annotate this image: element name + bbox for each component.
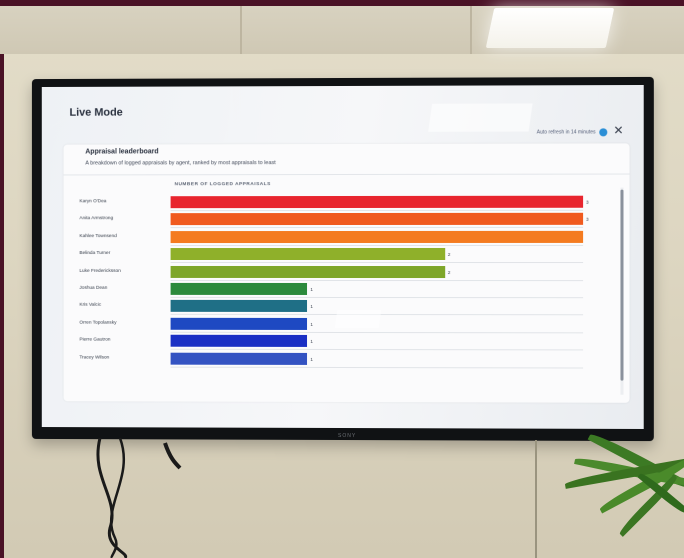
appraisal-bar[interactable]: [170, 195, 584, 209]
card-subtitle: A breakdown of logged appraisals by agen…: [85, 160, 276, 167]
television: Live Mode Auto refresh in 14 minutes ✕ A…: [31, 76, 654, 442]
appraisal-bar[interactable]: [170, 352, 308, 365]
gridline: [170, 348, 584, 351]
agent-name-label: Orren Topolansky: [79, 320, 117, 326]
page-title: Live Mode: [69, 106, 123, 119]
tv-cables: [96, 438, 182, 558]
leaderboard-chart: Karyn O'Dea 3 Anita Armstrong 3 Kahlee Towns…: [64, 143, 630, 369]
appraisal-bar[interactable]: [170, 248, 445, 261]
appraisal-bar[interactable]: [170, 282, 308, 295]
gridline: [170, 331, 584, 334]
bar-value-label: 1: [310, 339, 313, 345]
gridline: [170, 279, 584, 281]
ceiling-light: [485, 8, 615, 48]
agent-name-label: Belinda Turner: [79, 251, 111, 257]
screen-glare: [428, 103, 533, 132]
appraisal-bar[interactable]: [170, 230, 584, 243]
bar-value-label: 1: [310, 304, 313, 310]
tv-brand-logo: SONY: [338, 432, 357, 440]
card-title: Appraisal leaderboard: [85, 148, 159, 156]
left-frame-border: [0, 0, 4, 558]
bar-value-label: 3: [586, 217, 589, 223]
card-divider: [63, 173, 630, 176]
wall-cable: [535, 440, 537, 558]
agent-name-label: Kris Valcic: [79, 303, 102, 309]
gridline: [170, 366, 584, 369]
agent-name-label: Joshua Dean: [79, 285, 108, 291]
scrollbar-thumb[interactable]: [620, 189, 624, 381]
agent-name-label: Tracey Wilson: [79, 355, 110, 361]
bar-value-label: 3: [586, 199, 589, 205]
bar-value-label: 2: [447, 269, 451, 275]
agent-name-label: Anita Armstrong: [79, 216, 114, 222]
bar-value-label: 1: [310, 286, 313, 292]
leaderboard-card: Appraisal leaderboard A breakdown of log…: [63, 143, 630, 403]
gridline: [170, 227, 584, 229]
ceiling-seam: [470, 6, 472, 54]
bar-value-label: 1: [310, 321, 313, 327]
refresh-icon[interactable]: [599, 128, 608, 137]
auto-refresh-status: Auto refresh in 14 minutes: [536, 128, 608, 137]
screen-glare: [334, 309, 382, 329]
close-icon[interactable]: ✕: [613, 123, 623, 137]
appraisal-bar[interactable]: [170, 334, 308, 348]
gridline: [170, 209, 584, 212]
auto-refresh-text: Auto refresh in 14 minutes: [536, 129, 596, 136]
appraisal-bar[interactable]: [170, 317, 308, 330]
ceiling-seam: [240, 6, 242, 54]
agent-name-label: Pierre Gautron: [79, 337, 111, 343]
appraisal-bar[interactable]: [170, 300, 308, 313]
agent-name-label: Kahlee Townsend: [79, 233, 117, 239]
agent-name-label: Luke Fredericksson: [79, 268, 121, 274]
bar-value-label: 1: [310, 356, 313, 362]
gridline: [170, 296, 584, 299]
gridline: [170, 244, 584, 246]
gridline: [170, 262, 584, 264]
agent-name-label: Karyn O'Dea: [79, 199, 107, 205]
appraisal-bar[interactable]: [170, 265, 445, 278]
tv-screen: Live Mode Auto refresh in 14 minutes ✕ A…: [41, 84, 644, 429]
x-axis-title: NUMBER OF LOGGED APPRAISALS: [174, 182, 271, 188]
bar-value-label: 2: [447, 252, 451, 258]
appraisal-bar[interactable]: [170, 213, 584, 226]
